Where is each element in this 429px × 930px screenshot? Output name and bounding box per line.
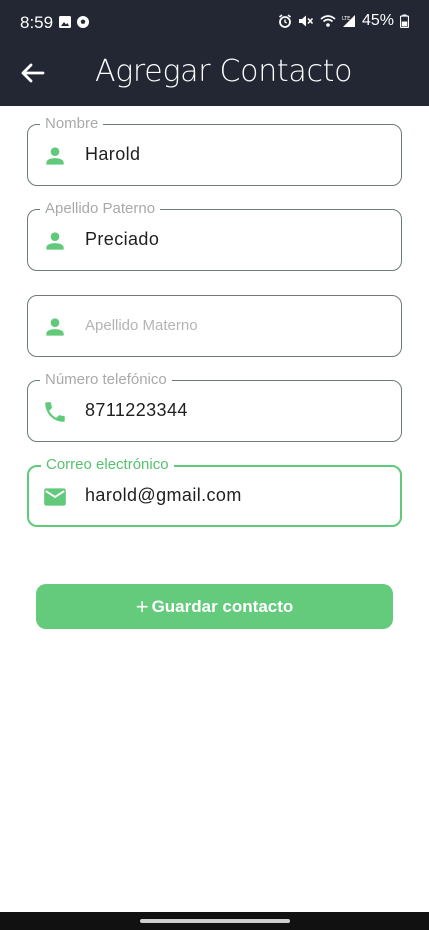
apellido-materno-input[interactable]: Apellido Materno: [85, 317, 198, 334]
person-icon: [46, 318, 64, 336]
nombre-input[interactable]: Harold: [85, 144, 140, 165]
apellido-materno-field[interactable]: Apellido Materno: [27, 295, 402, 357]
svg-text:LTE: LTE: [342, 16, 350, 22]
person-icon: [46, 147, 64, 165]
telefono-field[interactable]: Número telefónico 8711223344: [27, 371, 402, 442]
status-time: 8:59: [20, 13, 54, 32]
apellido-paterno-input[interactable]: Preciado: [85, 229, 159, 250]
save-contact-button[interactable]: + Guardar contacto: [36, 584, 393, 629]
page-title: Agregar Contacto: [95, 54, 353, 89]
correo-input[interactable]: harold@gmail.com: [85, 485, 242, 506]
gallery-icon: [59, 16, 71, 28]
correo-label: Correo electrónico: [41, 456, 174, 474]
lte-signal-icon: LTE: [342, 15, 355, 27]
status-bar: 8:59 LTE 45%: [0, 0, 429, 44]
save-contact-label: Guardar contacto: [151, 596, 294, 616]
telefono-label: Número telefónico: [40, 371, 172, 389]
person-icon: [46, 232, 64, 250]
arrow-left-icon[interactable]: [18, 58, 48, 88]
battery-icon: [400, 14, 409, 28]
app-bar: Agregar Contacto: [0, 44, 429, 106]
telefono-input[interactable]: 8711223344: [85, 400, 188, 421]
nombre-field[interactable]: Nombre Harold: [27, 115, 402, 186]
wifi-icon: [320, 15, 336, 27]
battery-percentage: 45%: [361, 12, 394, 29]
soccer-ball-icon: [77, 16, 89, 28]
status-notification-icons: [58, 15, 90, 29]
navigation-bar: [0, 912, 429, 930]
apellido-paterno-field[interactable]: Apellido Paterno Preciado: [27, 200, 402, 271]
alarm-icon: [278, 14, 291, 28]
plus-icon: +: [135, 593, 149, 619]
apellido-paterno-label: Apellido Paterno: [40, 200, 161, 218]
email-icon: [44, 488, 66, 506]
status-system-icons: LTE 45%: [278, 12, 409, 30]
phone-icon: [45, 402, 65, 422]
home-indicator[interactable]: [140, 919, 290, 923]
nombre-label: Nombre: [40, 115, 104, 133]
correo-field[interactable]: Correo electrónico harold@gmail.com: [27, 456, 402, 527]
mute-icon: [298, 15, 314, 27]
